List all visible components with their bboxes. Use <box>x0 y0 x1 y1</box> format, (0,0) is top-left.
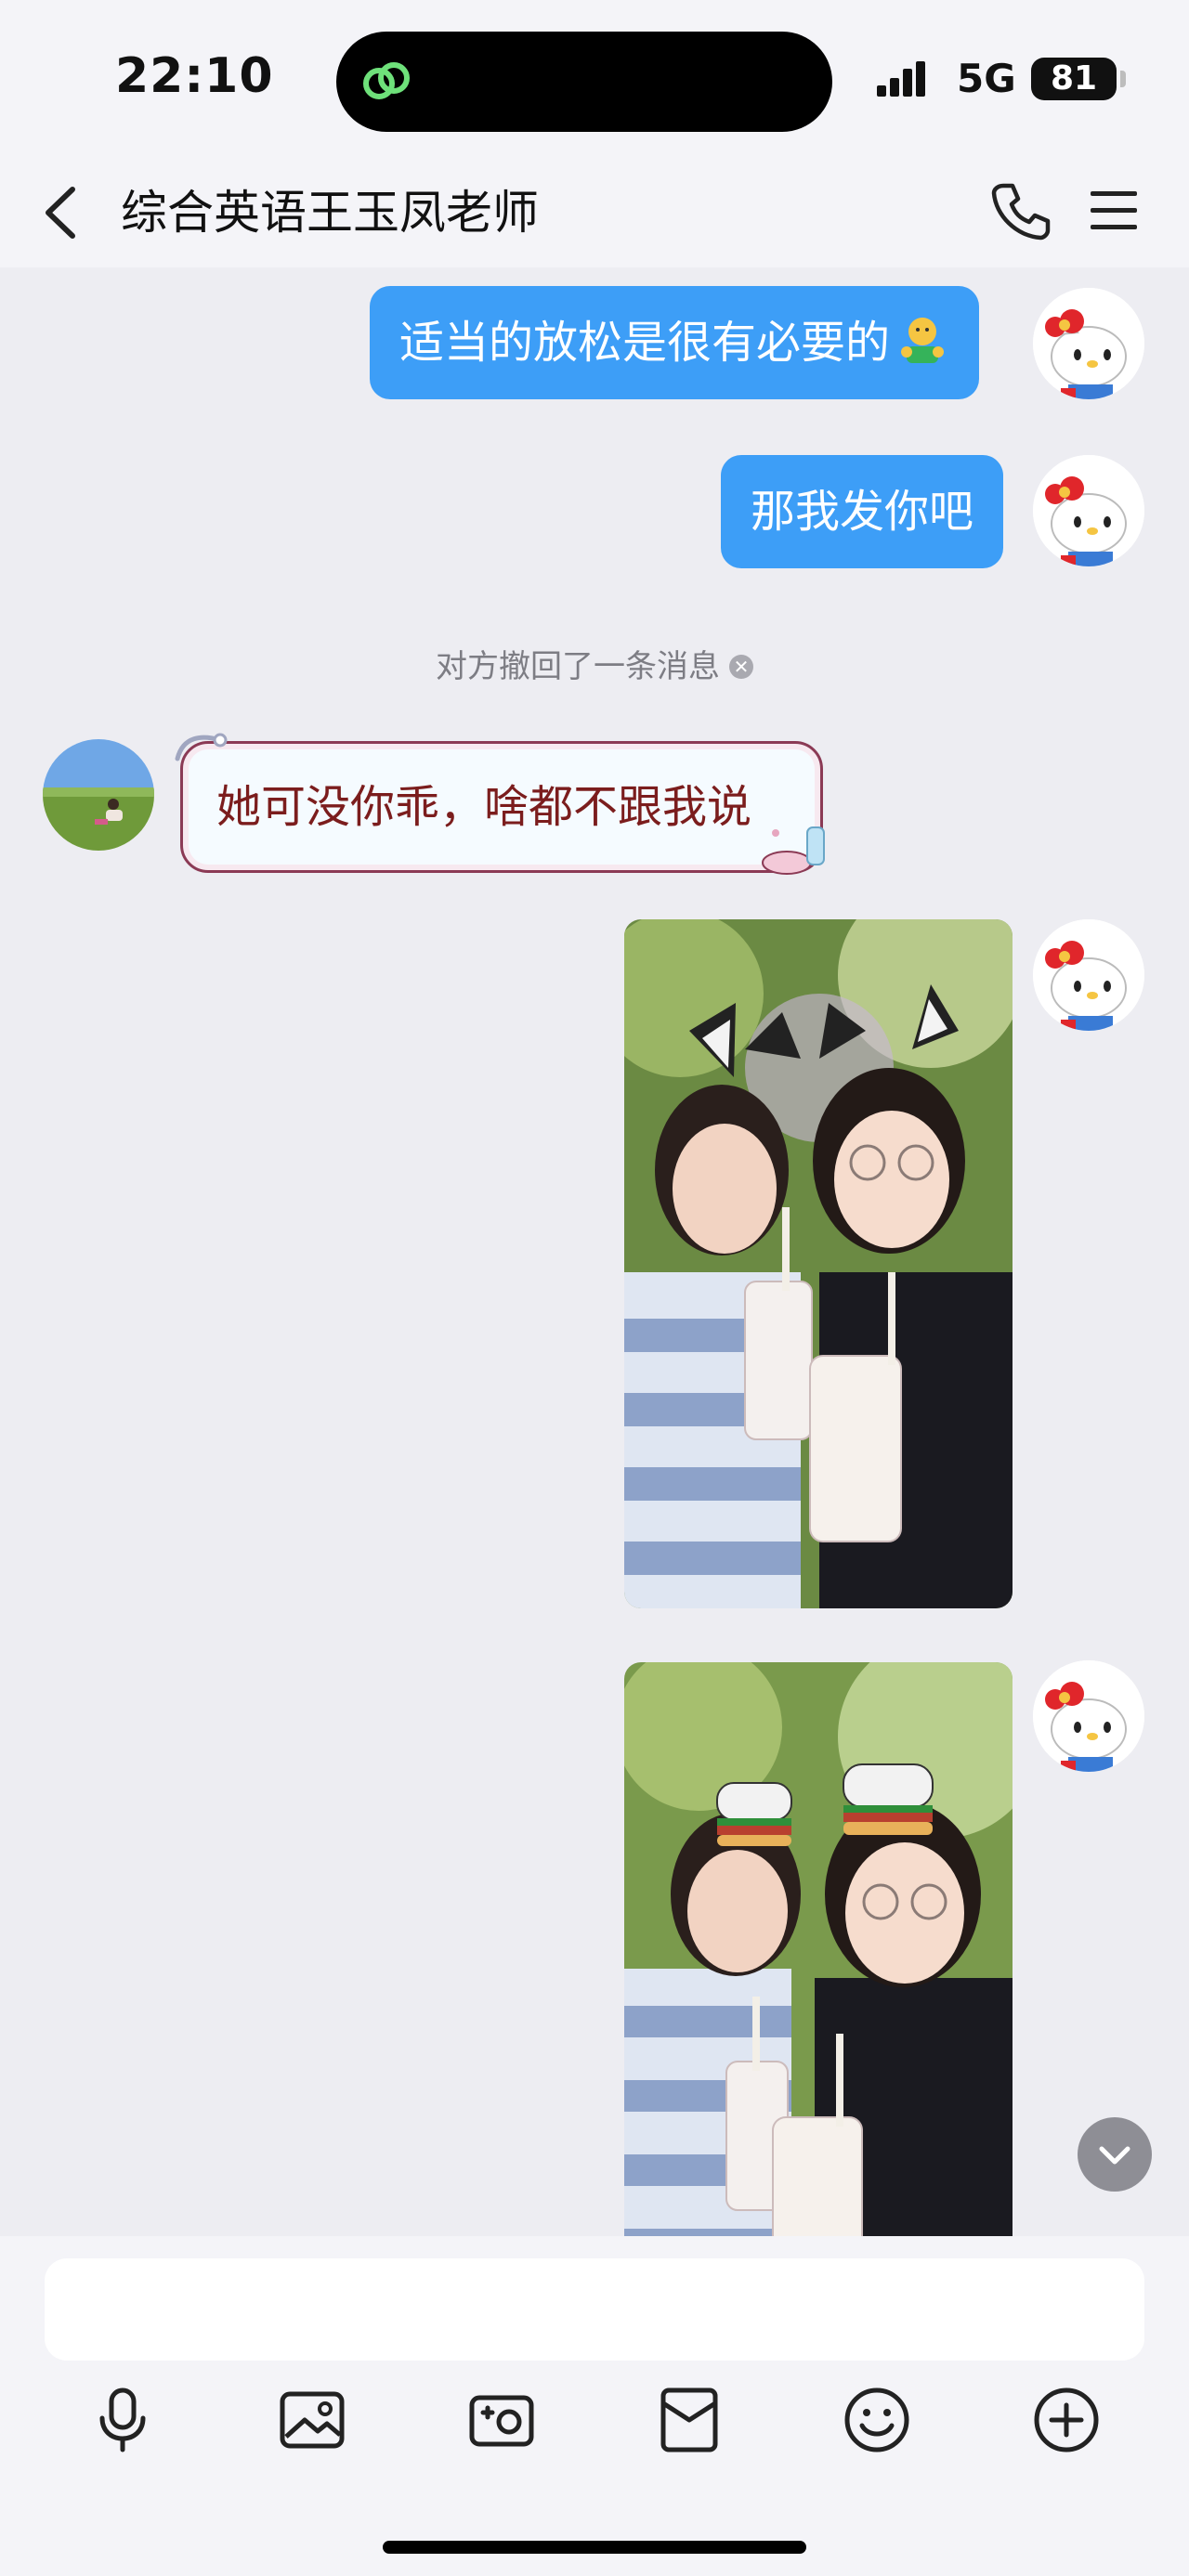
scroll-to-bottom-button[interactable] <box>1078 2117 1152 2192</box>
outgoing-message-bubble[interactable]: 那我发你吧 <box>721 455 1004 568</box>
my-avatar[interactable] <box>1033 288 1144 399</box>
signal-icon <box>877 61 925 97</box>
microphone-icon[interactable] <box>85 2383 160 2457</box>
dynamic-island <box>336 32 832 132</box>
close-icon[interactable]: ✕ <box>729 655 753 679</box>
recalled-text: 对方撤回了一条消息 <box>436 648 720 685</box>
incoming-message-bubble[interactable]: 她可没你乖，啥都不跟我说 <box>175 733 825 875</box>
plus-circle-icon[interactable] <box>1029 2383 1104 2457</box>
image-icon[interactable] <box>275 2383 349 2457</box>
grassland-photo-avatar-icon <box>43 739 154 851</box>
battery-indicator: 81 <box>1031 58 1126 100</box>
message-text: 那我发你吧 <box>751 486 974 538</box>
selfie-photo-image <box>624 1662 1013 2236</box>
status-time: 22:10 <box>115 48 274 104</box>
chat-title[interactable]: 综合英语王玉凤老师 <box>121 180 539 245</box>
hello-kitty-avatar-icon <box>1033 455 1144 566</box>
message-text: 适当的放松是很有必要的 <box>399 317 891 369</box>
contact-avatar[interactable] <box>43 739 154 851</box>
message-text: 她可没你乖，啥都不跟我说 <box>216 781 752 833</box>
message-input[interactable] <box>45 2258 1144 2361</box>
chevron-left-icon[interactable] <box>33 180 89 245</box>
phone-icon[interactable] <box>988 178 1053 243</box>
person-hug-emoji-icon <box>901 318 945 363</box>
hello-kitty-avatar-icon <box>1033 919 1144 1031</box>
chevron-down-icon <box>1099 2146 1130 2165</box>
mailbox-icon[interactable] <box>652 2383 726 2457</box>
my-avatar[interactable] <box>1033 919 1144 1031</box>
selfie-photo-image <box>624 919 1013 1608</box>
hello-kitty-avatar-icon <box>1033 1660 1144 1772</box>
status-bar: 22:10 5G 81 <box>0 0 1189 158</box>
camera-icon[interactable] <box>464 2383 539 2457</box>
menu-icon[interactable] <box>1085 182 1143 240</box>
chat-message-list[interactable]: 适当的放松是很有必要的 那我发你吧 对方撤回了一条消息 ✕ 她可没你乖，啥都不跟… <box>0 267 1189 2236</box>
home-indicator[interactable] <box>383 2541 806 2554</box>
photo-message[interactable] <box>624 919 1013 1608</box>
network-type: 5G <box>957 56 1016 101</box>
chat-header: 综合英语王玉凤老师 <box>0 158 1189 267</box>
app-activity-icon <box>363 62 410 99</box>
my-avatar[interactable] <box>1033 455 1144 566</box>
my-avatar[interactable] <box>1033 1660 1144 1772</box>
outgoing-message-bubble[interactable]: 适当的放松是很有必要的 <box>370 286 980 399</box>
system-notice: 对方撤回了一条消息 ✕ <box>0 641 1189 686</box>
hello-kitty-avatar-icon <box>1033 288 1144 399</box>
bubble-decoration-icon <box>762 826 825 875</box>
emoji-icon[interactable] <box>840 2383 914 2457</box>
bubble-decoration-icon <box>175 733 228 761</box>
composer <box>0 2236 1189 2576</box>
photo-message[interactable] <box>624 1662 1013 2236</box>
